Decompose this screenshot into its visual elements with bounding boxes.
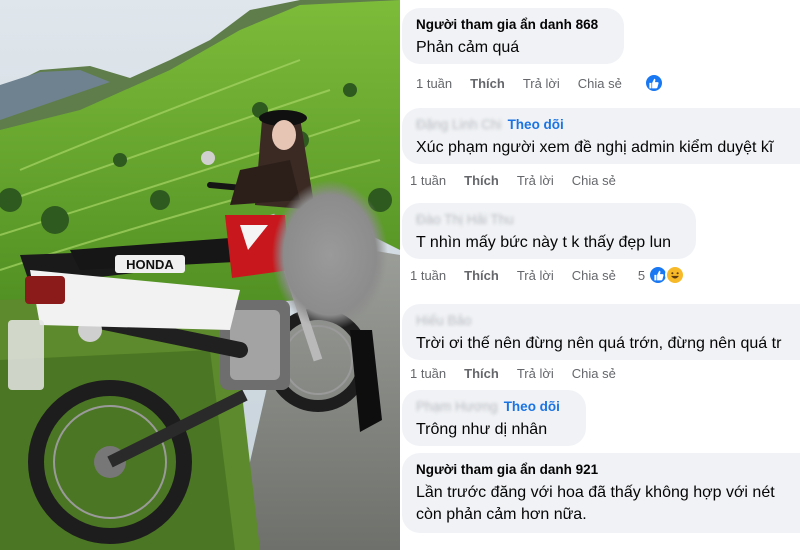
share-button[interactable]: Chia sẻ — [578, 76, 622, 91]
post-photo[interactable]: HONDA — [0, 0, 400, 550]
comment-actions: 1 tuần Thích Trả lời Chia sẻ — [416, 73, 664, 93]
comment-text-line-2: còn phản cảm hơn nữa. — [416, 506, 587, 523]
bike-brand-text: HONDA — [126, 257, 174, 272]
reaction-count: 5 — [637, 267, 646, 283]
comment-text: Xúc phạm người xem đề nghị admin kiểm du… — [416, 139, 774, 156]
like-button[interactable]: Thích — [470, 76, 505, 91]
reply-button[interactable]: Trả lời — [517, 173, 554, 188]
comment-author[interactable]: Đặng Linh Chi — [416, 116, 502, 134]
blurred-plate — [8, 320, 44, 390]
reply-button[interactable]: Trả lời — [517, 268, 554, 283]
comment-bubble: Phạm Hương Theo dõi Trông như dị nhân — [402, 390, 586, 446]
comment-actions: 1 tuần Thích Trả lời Chia sẻ 5 — [410, 265, 686, 285]
comment-author[interactable]: Đào Thị Hải Thu — [416, 211, 514, 229]
comment-actions: 1 tuần Thích Trả lời Chia sẻ — [410, 171, 634, 189]
like-reaction-icon — [643, 73, 664, 93]
comment-author[interactable]: Hiếu Bảo — [416, 312, 472, 330]
comment-text-line-1: Lần trước đăng với hoa đã thấy không hợp… — [416, 484, 775, 501]
comment-text: T nhìn mấy bức này t k thấy đẹp lun — [416, 234, 671, 251]
comment-author[interactable]: Người tham gia ẩn danh 921 — [416, 461, 790, 479]
comment-author[interactable]: Người tham gia ẩn danh 868 — [416, 16, 612, 34]
blurred-region — [272, 180, 388, 330]
comment-author[interactable]: Phạm Hương — [416, 398, 498, 416]
share-button[interactable]: Chia sẻ — [572, 173, 616, 188]
share-button[interactable]: Chia sẻ — [572, 366, 616, 381]
comment-text: Phản cảm quá — [416, 39, 520, 56]
like-button[interactable]: Thích — [464, 366, 499, 381]
like-button[interactable]: Thích — [464, 268, 499, 283]
comment-bubble: Hiếu Bảo Trời ơi thế nên đừng nên quá tr… — [402, 304, 800, 360]
comment-bubble: Đào Thị Hải Thu T nhìn mấy bức này t k t… — [402, 203, 696, 259]
comment-bubble: Người tham gia ẩn danh 921 Lần trước đăn… — [402, 453, 800, 533]
haha-reaction-icon — [665, 265, 686, 285]
follow-button[interactable]: Theo dõi — [508, 117, 564, 132]
reactions[interactable]: 5 — [637, 265, 686, 285]
comment-time[interactable]: 1 tuần — [410, 268, 446, 283]
like-button[interactable]: Thích — [464, 173, 499, 188]
comment-time[interactable]: 1 tuần — [416, 76, 452, 91]
comment-time[interactable]: 1 tuần — [410, 173, 446, 188]
follow-button[interactable]: Theo dõi — [504, 399, 560, 414]
reply-button[interactable]: Trả lời — [523, 76, 560, 91]
reply-button[interactable]: Trả lời — [517, 366, 554, 381]
comment-bubble: Đặng Linh Chi Theo dõi Xúc phạm người xem… — [402, 108, 800, 164]
share-button[interactable]: Chia sẻ — [572, 268, 616, 283]
comments-panel: Người tham gia ẩn danh 868 Phản cảm quá … — [400, 0, 800, 550]
comment-bubble: Người tham gia ẩn danh 868 Phản cảm quá — [402, 8, 624, 64]
comment-text: Trông như dị nhân — [416, 421, 548, 438]
reactions[interactable] — [643, 73, 664, 93]
comment-time[interactable]: 1 tuần — [410, 366, 446, 381]
comment-actions: 1 tuần Thích Trả lời Chia sẻ — [410, 364, 634, 382]
comment-text: Trời ơi thế nên đừng nên quá trớn, đừng … — [416, 335, 782, 352]
